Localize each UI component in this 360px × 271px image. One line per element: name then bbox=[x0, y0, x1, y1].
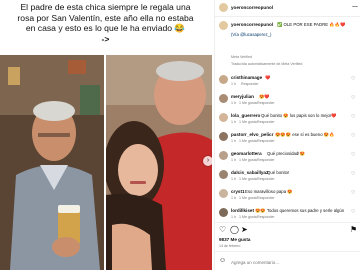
share-send-icon[interactable]: ➤ bbox=[241, 226, 248, 234]
header-avatar[interactable] bbox=[219, 3, 228, 12]
photo-father-with-glass bbox=[0, 55, 104, 270]
caption-line-4: -> bbox=[101, 33, 110, 44]
comment-like-icon[interactable]: ♡ bbox=[351, 152, 355, 158]
post-header: yoeroncorreopunol … bbox=[215, 0, 360, 17]
comment-likes[interactable]: 1 Me gusta bbox=[239, 101, 257, 105]
comment-row: dalcis_sabaillya2 Qué bonito! 1 h 1 Me g… bbox=[215, 168, 360, 186]
divider bbox=[215, 251, 360, 252]
post-actions-bar: ♡ ◯ ➤ ⚑ 9837 Me gusta 14 de febrero ☺ bbox=[215, 222, 360, 271]
comment-time: 1 h bbox=[231, 196, 236, 200]
comment-text: Qué bonito 😍 los papis son lo mejor❤️ bbox=[261, 113, 337, 118]
comment-likes[interactable]: 1 Me gusta bbox=[239, 177, 257, 181]
comment-likes[interactable]: 1 Me gusta bbox=[239, 139, 257, 143]
comment-reply[interactable]: Responder bbox=[257, 177, 275, 181]
comment-avatar[interactable] bbox=[219, 208, 228, 217]
caption-line-2: rosa por San Valentín, este año ella no … bbox=[17, 12, 194, 23]
photo-selfie-illustration bbox=[106, 55, 212, 270]
comment-time: 1 h bbox=[231, 215, 236, 219]
comment-avatar[interactable] bbox=[219, 132, 228, 141]
comment-time: 1 h bbox=[231, 158, 236, 162]
comment-like-icon[interactable]: ♡ bbox=[351, 171, 355, 177]
comment-reply[interactable]: Responder bbox=[257, 139, 275, 143]
comment-avatar[interactable] bbox=[219, 189, 228, 198]
comment-row: meryjulian 😍❤️ 1 h 1 Me gusta Responder … bbox=[215, 92, 360, 110]
comment-row: lola_guerrero Qué bonito 😍 los papis son… bbox=[215, 111, 360, 129]
comment-username[interactable]: lola_guerrero bbox=[231, 113, 260, 118]
comment-like-icon[interactable]: ♡ bbox=[351, 209, 355, 215]
comment-username[interactable]: cristhinamage bbox=[231, 75, 262, 80]
comment-username[interactable]: cryst1 bbox=[231, 189, 245, 194]
image-caption: El padre de esta chica siempre le regala… bbox=[3, 2, 208, 44]
more-options-icon[interactable]: … bbox=[352, 3, 358, 9]
comment-reply[interactable]: Responder bbox=[257, 158, 275, 162]
comment-row: geomarlottera Qué preciosidad!😍 1 h 1 Me… bbox=[215, 149, 360, 167]
comment-time: 1 h bbox=[231, 82, 236, 86]
save-bookmark-icon[interactable]: ⚑ bbox=[350, 226, 357, 234]
comment-text: Qué preciosidad!😍 bbox=[267, 151, 305, 156]
comment-reply[interactable]: Responder bbox=[257, 120, 275, 124]
comment-row: pastorr_elvo_pelicr 😍😍😍 ese sí es bueno … bbox=[215, 130, 360, 148]
comment-text: Qué bonito! bbox=[267, 170, 290, 175]
comment-username[interactable]: meryjulian bbox=[231, 94, 254, 99]
emoji-icon[interactable]: ☺ bbox=[219, 257, 226, 265]
comment-reply[interactable]: Responder bbox=[257, 196, 275, 200]
post-media-area: El padre de esta chica siempre le regala… bbox=[0, 0, 212, 270]
comment-text: 😍😍 Todos queremos sus padre y serle algú… bbox=[255, 208, 345, 213]
caption-translation[interactable]: Traducida automáticamente de Meta Verifi… bbox=[231, 62, 302, 66]
comment-time: 1 h bbox=[231, 177, 236, 181]
caption-avatar[interactable] bbox=[219, 21, 228, 30]
comment-likes[interactable]: 1 Me gusta bbox=[239, 158, 257, 162]
comment-avatar[interactable] bbox=[219, 113, 228, 122]
comment-reply[interactable]: Responder bbox=[257, 215, 275, 219]
comment-text: 😍😍😍 ese sí es bueno 😍🔥 bbox=[275, 132, 335, 137]
header-username[interactable]: yoeroncorreopunol bbox=[231, 5, 273, 10]
comment-username[interactable]: dalcis_sabaillya2 bbox=[231, 170, 269, 175]
caption-username[interactable]: yoeroncorreopunol bbox=[231, 22, 273, 27]
comment-text: ❤️ bbox=[265, 75, 271, 80]
carousel-next-icon[interactable]: › bbox=[203, 156, 212, 166]
comment-text: 😍❤️ bbox=[259, 94, 270, 99]
comment-like-icon[interactable]: ♡ bbox=[351, 190, 355, 196]
comment-avatar[interactable] bbox=[219, 75, 228, 84]
caption-line-3: en casa y esto es lo que le ha enviado 😂 bbox=[25, 23, 186, 34]
comment-row: cryst1 Eso maravilloso papa 😍 1 h 1 Me g… bbox=[215, 187, 360, 205]
comment-time: 1 h bbox=[231, 120, 236, 124]
comment-username[interactable]: pastorr_elvo_pelicr bbox=[231, 132, 273, 137]
likes-count[interactable]: 9837 Me gusta bbox=[219, 237, 250, 242]
comment-reply[interactable]: Responder bbox=[241, 82, 259, 86]
comment-row: cristhinamage ❤️ 1 h Responder ♡ bbox=[215, 73, 360, 91]
comment-likes[interactable]: 1 Me gusta bbox=[239, 120, 257, 124]
comment-bubble-icon[interactable]: ◯ bbox=[230, 226, 239, 234]
caption-via[interactable]: (Vía @lucasaperez_) bbox=[231, 32, 271, 37]
comment-time: 1 h bbox=[231, 101, 236, 105]
caption-edited: Meta Verified bbox=[231, 55, 252, 59]
post-date: 14 de febrero bbox=[219, 244, 241, 248]
caption-line-1: El padre de esta chica siempre le regala… bbox=[20, 2, 191, 12]
comment-like-icon[interactable]: ♡ bbox=[351, 76, 355, 82]
comment-like-icon[interactable]: ♡ bbox=[351, 133, 355, 139]
comment-username[interactable]: geomarlottera bbox=[231, 151, 262, 156]
comment-username[interactable]: lordillkiset bbox=[231, 208, 254, 213]
comment-like-icon[interactable]: ♡ bbox=[351, 114, 355, 120]
caption-text: ✅ OLE POR ESE PADRE 🔥🔥❤️ bbox=[277, 22, 346, 27]
comment-likes[interactable]: 1 Me gusta bbox=[239, 196, 257, 200]
comment-avatar[interactable] bbox=[219, 170, 228, 179]
comment-avatar[interactable] bbox=[219, 151, 228, 160]
comment-reply[interactable]: Responder bbox=[257, 101, 275, 105]
comment-like-icon[interactable]: ♡ bbox=[351, 95, 355, 101]
like-heart-icon[interactable]: ♡ bbox=[219, 226, 226, 234]
comment-text: Eso maravilloso papa 😍 bbox=[245, 189, 293, 194]
comment-avatar[interactable] bbox=[219, 94, 228, 103]
add-comment-input[interactable] bbox=[229, 256, 360, 268]
comment-likes[interactable]: 1 Me gusta bbox=[239, 215, 257, 219]
photo-father-illustration bbox=[0, 55, 104, 270]
photo-daughter-and-father bbox=[106, 55, 212, 270]
post-detail-panel: yoeroncorreopunol … yoeroncorreopunol ✅ … bbox=[214, 0, 360, 271]
comment-time: 1 h bbox=[231, 139, 236, 143]
